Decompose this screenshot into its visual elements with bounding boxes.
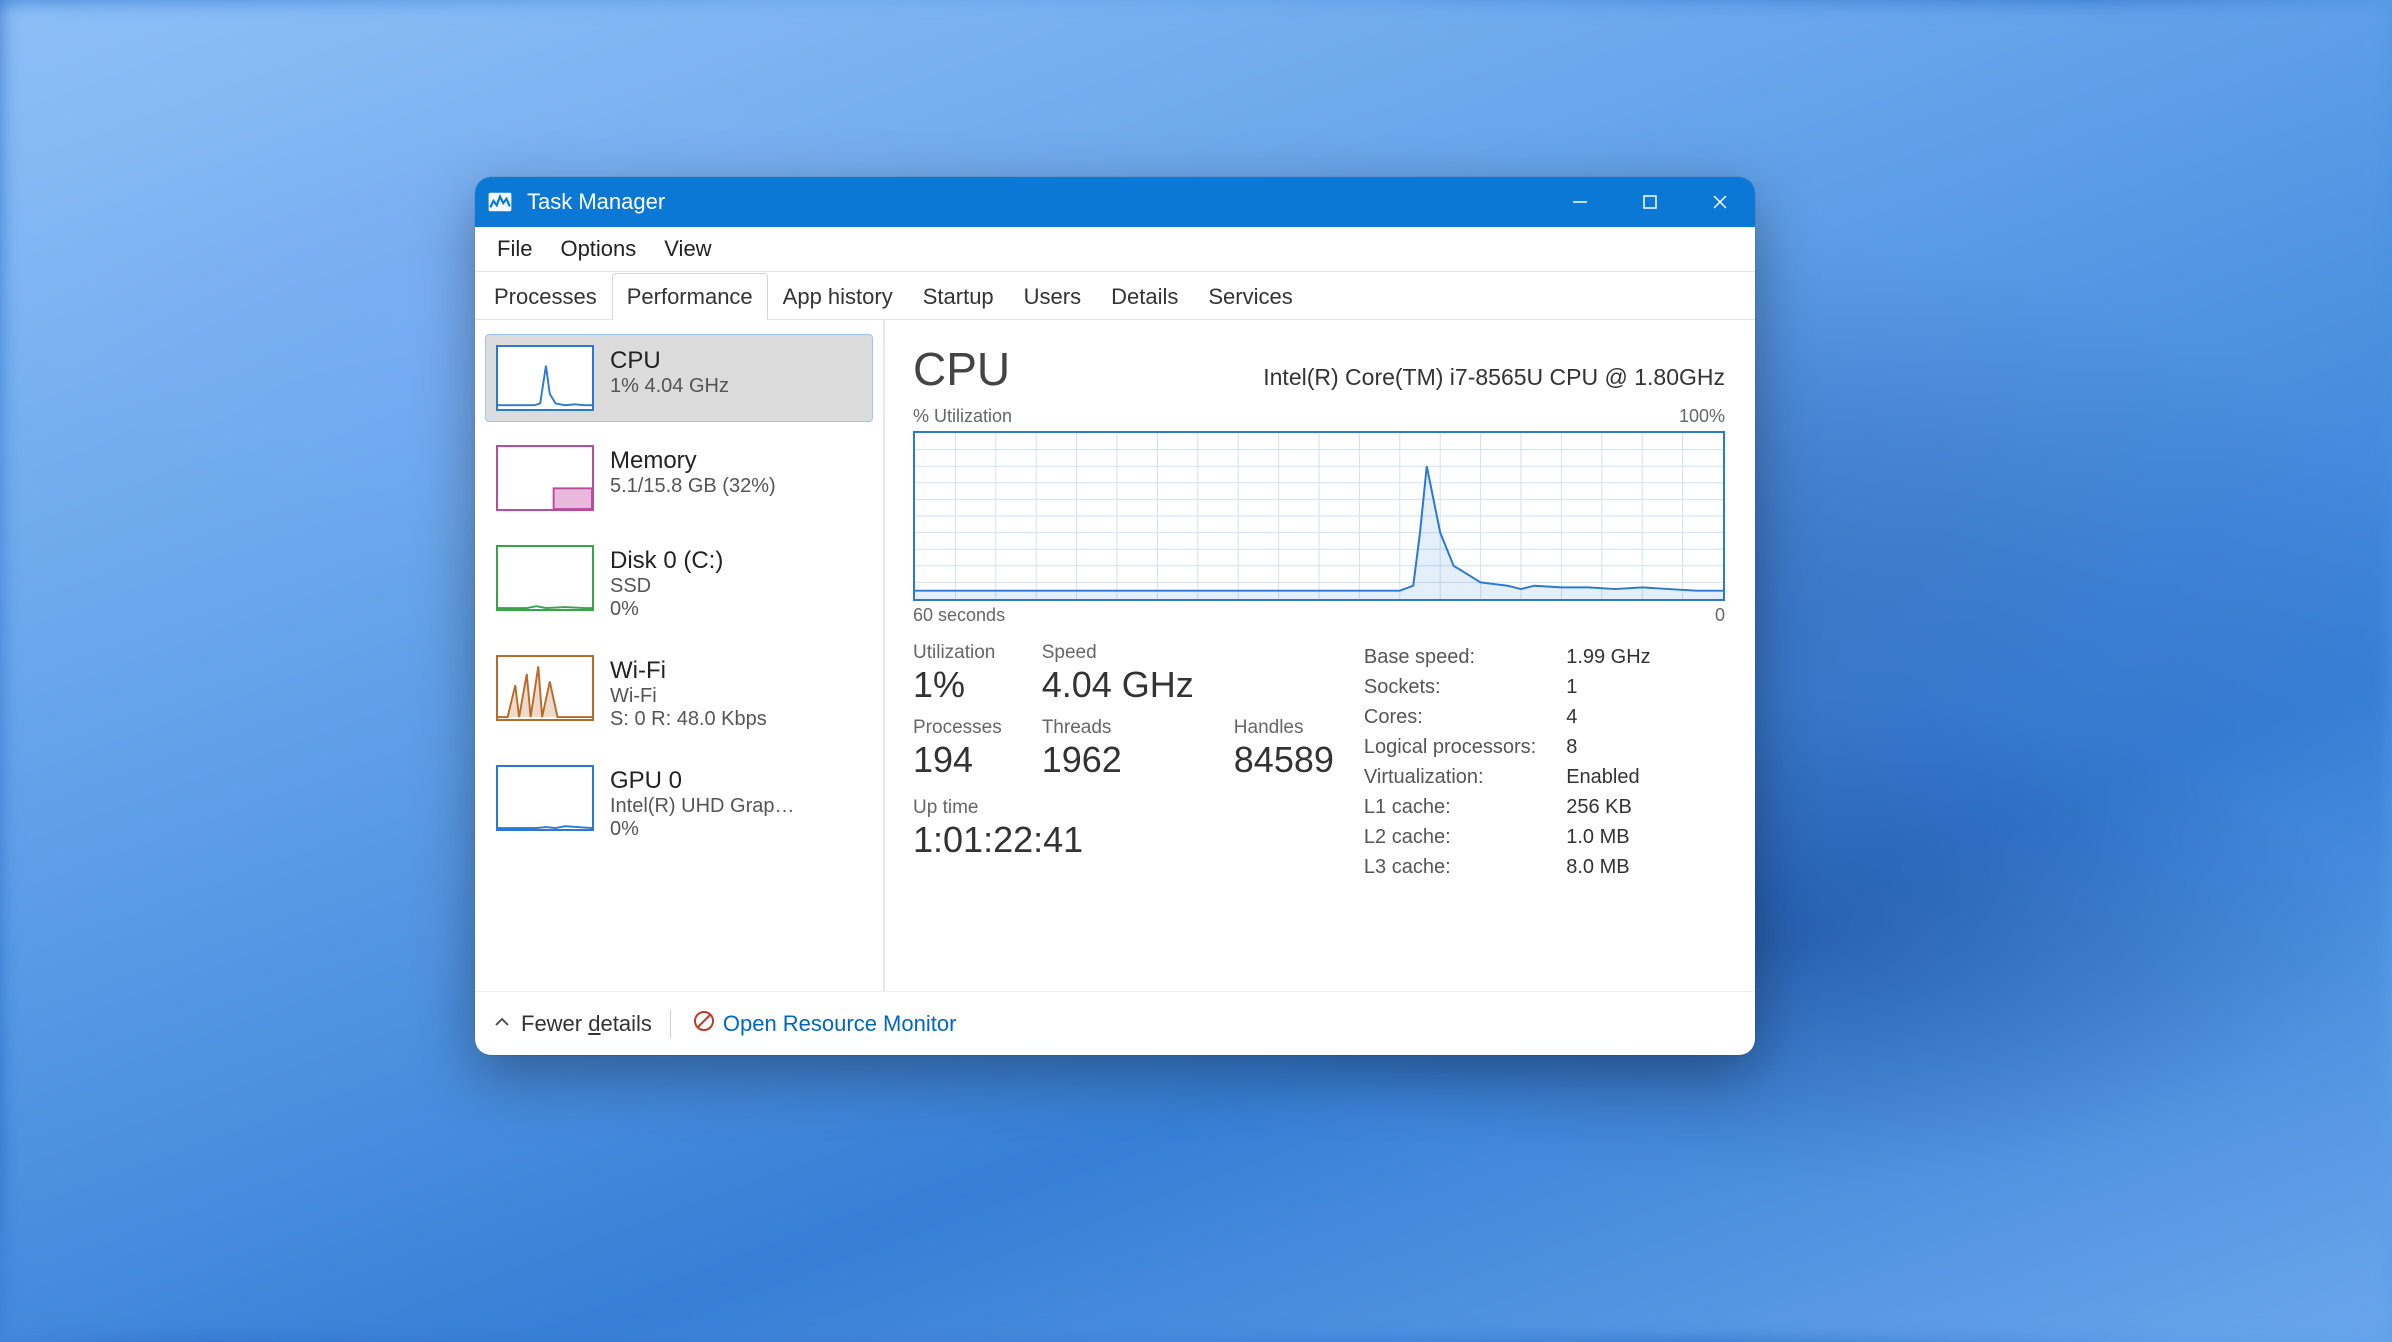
cpu-utilization-chart[interactable] — [913, 431, 1725, 601]
sidebar-item-wifi[interactable]: Wi-Fi Wi-Fi S: 0 R: 48.0 Kbps — [485, 644, 873, 742]
menu-file[interactable]: File — [483, 230, 546, 268]
sidebar-item-title: Memory — [610, 447, 864, 475]
detail-heading: CPU — [913, 342, 1010, 396]
thumb-wifi-icon — [496, 655, 594, 721]
sidebar-item-title: GPU 0 — [610, 767, 864, 795]
sidebar-item-sub2: 0% — [610, 598, 864, 621]
sidebar-item-title: Disk 0 (C:) — [610, 547, 864, 575]
stat-value: 1.0 MB — [1566, 826, 1650, 849]
close-button[interactable] — [1685, 177, 1755, 227]
fewer-details-label: Fewer detailsFewer details — [521, 1011, 652, 1037]
stat-label: Sockets: — [1364, 676, 1536, 699]
stat-value: 256 KB — [1566, 796, 1650, 819]
chevron-up-icon — [493, 1011, 511, 1037]
stat-label: L1 cache: — [1364, 796, 1536, 819]
resource-monitor-icon — [693, 1010, 715, 1038]
stat-value: 4.04 GHz — [1042, 664, 1194, 705]
sidebar-item-sub: Wi-Fi — [610, 685, 864, 708]
stat-value: 1% — [913, 664, 1002, 705]
cpu-detail-pane: CPU Intel(R) Core(TM) i7-8565U CPU @ 1.8… — [885, 320, 1755, 991]
sidebar-item-sub: SSD — [610, 575, 864, 598]
stat-label: Utilization — [913, 642, 1002, 664]
minimize-button[interactable] — [1545, 177, 1615, 227]
sidebar-item-gpu0[interactable]: GPU 0 Intel(R) UHD Grap… 0% — [485, 754, 873, 852]
footer: Fewer detailsFewer details Open Resource… — [475, 991, 1755, 1055]
sidebar-item-sub: Intel(R) UHD Grap… — [610, 795, 864, 818]
open-resource-monitor-label: Open Resource Monitor — [723, 1011, 957, 1037]
thumb-gpu-icon — [496, 765, 594, 831]
tab-details[interactable]: Details — [1096, 273, 1193, 320]
chart-top-left-label: % Utilization — [913, 406, 1012, 427]
chart-bottom-left-label: 60 seconds — [913, 605, 1005, 626]
stat-value: 8.0 MB — [1566, 856, 1650, 879]
thumb-disk-icon — [496, 545, 594, 611]
stat-label: Logical processors: — [1364, 736, 1536, 759]
stat-value: 1962 — [1042, 739, 1194, 780]
window-title: Task Manager — [527, 189, 665, 215]
stat-label: Base speed: — [1364, 646, 1536, 669]
menubar: File Options View — [475, 227, 1755, 272]
sidebar-item-sub: 1% 4.04 GHz — [610, 375, 864, 398]
chart-bottom-right-label: 0 — [1715, 605, 1725, 626]
task-manager-app-icon — [487, 189, 513, 215]
sidebar-item-cpu[interactable]: CPU 1% 4.04 GHz — [485, 334, 873, 422]
performance-sidebar: CPU 1% 4.04 GHz Memory 5.1/15.8 GB (32%) — [475, 320, 885, 991]
stat-value: 4 — [1566, 706, 1650, 729]
cpu-stats-secondary: Base speed: 1.99 GHz Sockets: 1 Cores: 4 Lo… — [1364, 642, 1651, 879]
cpu-stats-primary: Utilization1% Speed4.04 GHz Processes194… — [913, 642, 1334, 879]
stat-value: 194 — [913, 739, 1002, 780]
tab-app-history[interactable]: App history — [768, 273, 908, 320]
stat-value: Enabled — [1566, 766, 1650, 789]
tab-performance[interactable]: Performance — [612, 273, 768, 320]
uptime-label: Up time — [913, 797, 1334, 819]
open-resource-monitor-link[interactable]: Open Resource Monitor — [693, 1010, 957, 1038]
stat-label: L3 cache: — [1364, 856, 1536, 879]
uptime-value: 1:01:22:41 — [913, 819, 1334, 860]
stat-label: Cores: — [1364, 706, 1536, 729]
sidebar-item-sub: 5.1/15.8 GB (32%) — [610, 475, 864, 498]
stat-label: Speed — [1042, 642, 1194, 664]
stat-value: 1 — [1566, 676, 1650, 699]
stat-value: 8 — [1566, 736, 1650, 759]
stat-label: Virtualization: — [1364, 766, 1536, 789]
window-controls — [1545, 177, 1755, 227]
cpu-model-label: Intel(R) Core(TM) i7-8565U CPU @ 1.80GHz — [1263, 364, 1725, 391]
stat-label: Handles — [1234, 717, 1334, 739]
footer-separator — [670, 1010, 671, 1038]
task-manager-window: Task Manager File Options View Processes… — [475, 177, 1755, 1055]
titlebar[interactable]: Task Manager — [475, 177, 1755, 227]
tab-users[interactable]: Users — [1009, 273, 1096, 320]
sidebar-item-sub2: S: 0 R: 48.0 Kbps — [610, 708, 864, 731]
menu-options[interactable]: Options — [546, 230, 650, 268]
chart-top-right-label: 100% — [1679, 406, 1725, 427]
stat-label: L2 cache: — [1364, 826, 1536, 849]
fewer-details-button[interactable]: Fewer detailsFewer details — [493, 1011, 652, 1037]
stat-value: 84589 — [1234, 739, 1334, 780]
stat-label: Processes — [913, 717, 1002, 739]
menu-view[interactable]: View — [650, 230, 725, 268]
sidebar-item-sub2: 0% — [610, 818, 864, 841]
sidebar-item-disk0[interactable]: Disk 0 (C:) SSD 0% — [485, 534, 873, 632]
stat-label: Threads — [1042, 717, 1194, 739]
maximize-button[interactable] — [1615, 177, 1685, 227]
thumb-cpu-icon — [496, 345, 594, 411]
tab-services[interactable]: Services — [1193, 273, 1307, 320]
content-area: CPU 1% 4.04 GHz Memory 5.1/15.8 GB (32%) — [475, 320, 1755, 991]
sidebar-item-memory[interactable]: Memory 5.1/15.8 GB (32%) — [485, 434, 873, 522]
sidebar-item-title: Wi-Fi — [610, 657, 864, 685]
sidebar-item-title: CPU — [610, 347, 864, 375]
tab-processes[interactable]: Processes — [479, 273, 612, 320]
thumb-memory-icon — [496, 445, 594, 511]
tab-startup[interactable]: Startup — [908, 273, 1009, 320]
stat-value: 1.99 GHz — [1566, 646, 1650, 669]
tabbar: Processes Performance App history Startu… — [475, 272, 1755, 320]
